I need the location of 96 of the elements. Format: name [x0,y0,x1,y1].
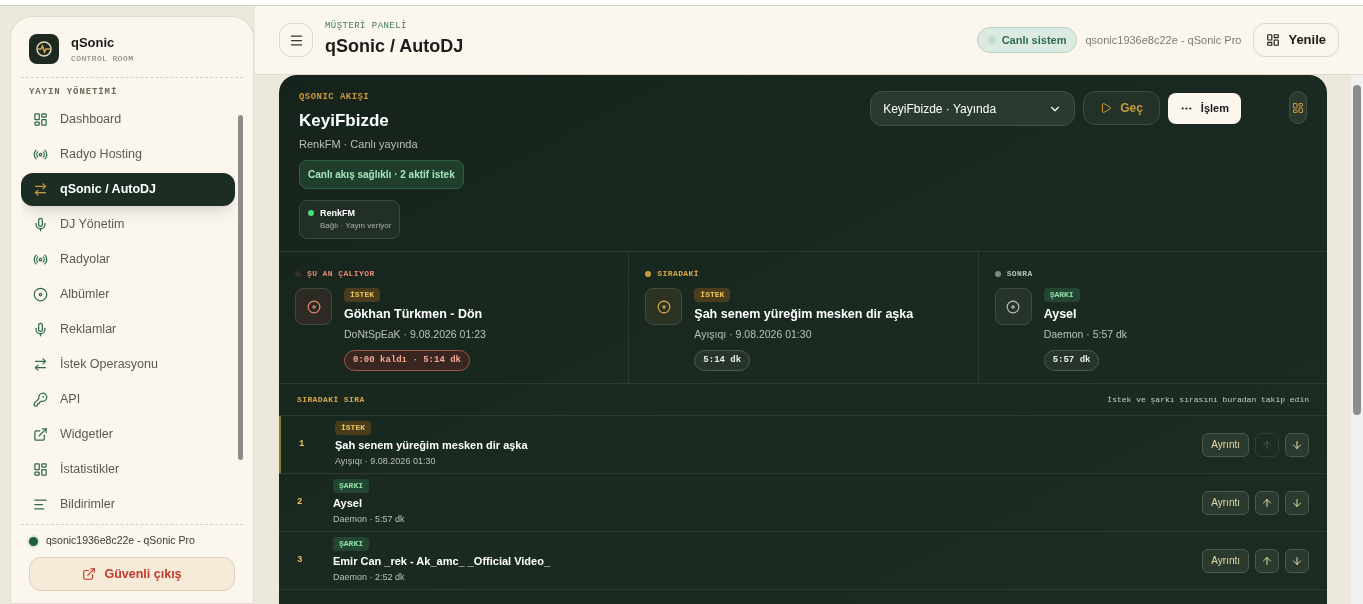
station-name: RenkFM [320,206,356,220]
track-title: Emir Can _rek - Ak_amc_ _Official Video_ [333,553,551,569]
account-name: qsonic1936e8c22e - qSonic Pro [46,533,195,549]
menu-button[interactable] [279,23,313,57]
track-meta: Daemon · 5:57 dk [1043,326,1128,342]
details-button[interactable]: Ayrıntı [1202,432,1249,457]
queue-index: 3 [297,553,304,567]
arrow-up-icon [1261,496,1273,509]
tag-label: ŞARKI [333,478,369,493]
page-title: qSonic / AutoDJ [325,35,464,59]
status-badge: Canlı sistem [976,27,1078,53]
nav-item[interactable]: Widgetler [21,418,235,451]
nav-item[interactable]: DJ Yönetim [21,208,235,241]
swap-icon [33,357,48,372]
queue-index: 2 [297,495,304,509]
track-title: Şah senem yüreğim mesken dir aşka [694,306,914,323]
tag-label: İSTEK [344,288,380,302]
nav-item[interactable]: Bildirimler [21,488,235,521]
microphone-icon [33,217,48,232]
layout-button[interactable] [1289,91,1307,124]
stream-subtitle: RenkFM · Canlı yayında [299,137,419,152]
card-label: SONRA [1006,268,1033,280]
nav-item[interactable]: İstatistikler [21,453,235,486]
actions-button[interactable]: İşlem [1167,93,1241,124]
nav-item[interactable]: Radyolar [21,243,235,276]
move-down-button[interactable] [1285,432,1309,457]
station-detail: Bağlı · Yayın veriyor [320,220,392,232]
move-down-button[interactable] [1285,490,1309,515]
tag-label: ŞARKI [1043,288,1080,302]
details-button[interactable]: Ayrıntı [1202,548,1249,573]
arrow-down-icon [1291,438,1303,451]
page-scrollbar[interactable] [1351,75,1363,604]
arrow-down-icon [1291,554,1303,567]
nav-item[interactable]: Dashboard [21,103,235,136]
key-icon [33,392,48,407]
tag-label: İSTEK [335,420,371,435]
nav-item[interactable]: Reklamlar [21,313,235,346]
track-title: Aysel [333,495,363,511]
dashboard-icon [1266,33,1281,47]
queue-hint: İstek ve şarkı sırasını buradan takip edin [1107,393,1309,406]
duration-badge: 0:00 kaldı · 5:14 dk [344,349,471,371]
card-label: ŞU AN ÇALIYOR [307,268,375,280]
skip-button[interactable]: Geç [1083,91,1160,125]
arrow-up-icon [1261,554,1273,567]
move-down-button[interactable] [1285,548,1309,573]
track-title: Aysel [1043,306,1078,323]
dashboard-icon [33,112,48,127]
radio-waves-icon [33,252,48,267]
list-icon [33,497,48,512]
queue-index: 1 [299,437,306,451]
stream-title: KeyiFbizde [299,109,390,132]
track-title: Gökhan Türkmen - Dön [344,306,484,323]
track-meta: DoNtSpEaK · 9.08.2026 01:23 [344,326,486,342]
arrow-down-icon [1291,496,1303,509]
refresh-button[interactable]: Yenile [1253,23,1339,57]
scrollbar[interactable] [238,115,243,460]
nav-item[interactable]: Albümler [21,278,235,311]
section-title: YAYIN YÖNETİMİ [28,85,119,99]
duration-badge: 5:14 dk [694,349,751,371]
tag-label: ŞARKI [333,536,369,551]
arrow-up-icon [1261,438,1273,451]
microphone-icon [33,322,48,337]
station-select[interactable]: KeyiFbizde · Yayında [870,91,1076,126]
brand-name: qSonic [71,34,116,52]
track-title: Şah senem yüreğim mesken dir aşka [335,437,528,453]
track-meta: Ayışıqı · 9.08.2026 01:30 [694,326,813,342]
track-meta: Daemon · 5:57 dk [333,513,405,526]
card-label: SIRADAKİ [657,268,699,280]
nav-item[interactable]: qSonic / AutoDJ [21,173,235,206]
swap-icon [33,182,48,197]
logout-button[interactable]: Güvenli çıkış [29,557,235,591]
tag-label: İSTEK [694,288,731,302]
queue-title: SIRADAKİ SIRA [297,393,365,406]
page-eyebrow: MÜŞTERİ PANELİ [325,19,408,33]
track-meta: Daemon · 2:52 dk [333,571,406,584]
track-meta: Ayışıqı · 9.08.2026 01:30 [335,455,437,468]
nav-item[interactable]: API [21,383,235,416]
dashboard-icon [33,462,48,477]
disc-icon [33,287,48,302]
nav-item[interactable]: Radyo Hosting [21,138,235,171]
health-badge: Canlı akış sağlıklı · 2 aktif istek [299,159,464,189]
nav-item[interactable]: İstek Operasyonu [21,348,235,381]
external-link-icon [82,567,97,581]
move-up-button[interactable] [1255,490,1279,515]
account-name: qsonic1936e8c22e - qSonic Pro [1085,32,1242,48]
details-button[interactable]: Ayrıntı [1202,490,1249,515]
radio-waves-icon [33,147,48,162]
brand-subtitle: CONTROL ROOM [71,52,134,65]
menu-icon [288,32,304,48]
external-link-icon [33,427,48,442]
dashboard-icon [1292,101,1304,114]
duration-badge: 5:57 dk [1043,349,1100,371]
stream-eyebrow: QSONIC AKIŞI [299,91,371,104]
play-icon [1100,102,1113,114]
move-up-button[interactable] [1255,548,1279,573]
logo-icon [29,33,59,64]
